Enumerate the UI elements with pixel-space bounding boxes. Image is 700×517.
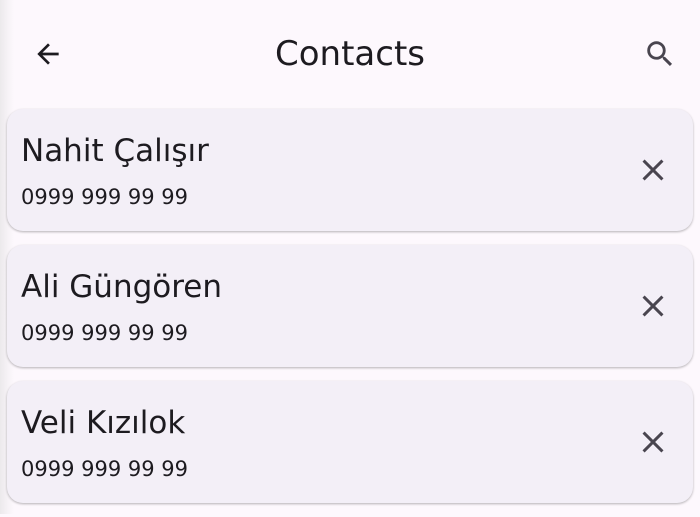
search-icon [647, 41, 673, 67]
contact-name: Veli Kızılok [21, 405, 186, 441]
remove-contact-button[interactable] [629, 146, 677, 194]
remove-contact-button[interactable] [629, 282, 677, 330]
app-bar: Contacts [0, 0, 700, 108]
contact-card[interactable]: Ali Güngören 0999 999 99 99 [7, 245, 693, 367]
contact-phone: 0999 999 99 99 [21, 321, 188, 345]
remove-contact-button[interactable] [629, 418, 677, 466]
search-button[interactable] [636, 30, 684, 78]
contact-card[interactable]: Veli Kızılok 0999 999 99 99 [7, 381, 693, 503]
close-icon [642, 159, 664, 181]
close-icon [642, 295, 664, 317]
contact-name: Nahit Çalışır [21, 133, 209, 169]
contact-list: Nahit Çalışır 0999 999 99 99 Ali Güngöre… [7, 109, 693, 517]
contact-name: Ali Güngören [21, 269, 223, 305]
contact-card[interactable]: Nahit Çalışır 0999 999 99 99 [7, 109, 693, 231]
contact-phone: 0999 999 99 99 [21, 185, 188, 209]
close-icon [642, 431, 664, 453]
page-title: Contacts [275, 34, 425, 74]
contact-phone: 0999 999 99 99 [21, 457, 188, 481]
